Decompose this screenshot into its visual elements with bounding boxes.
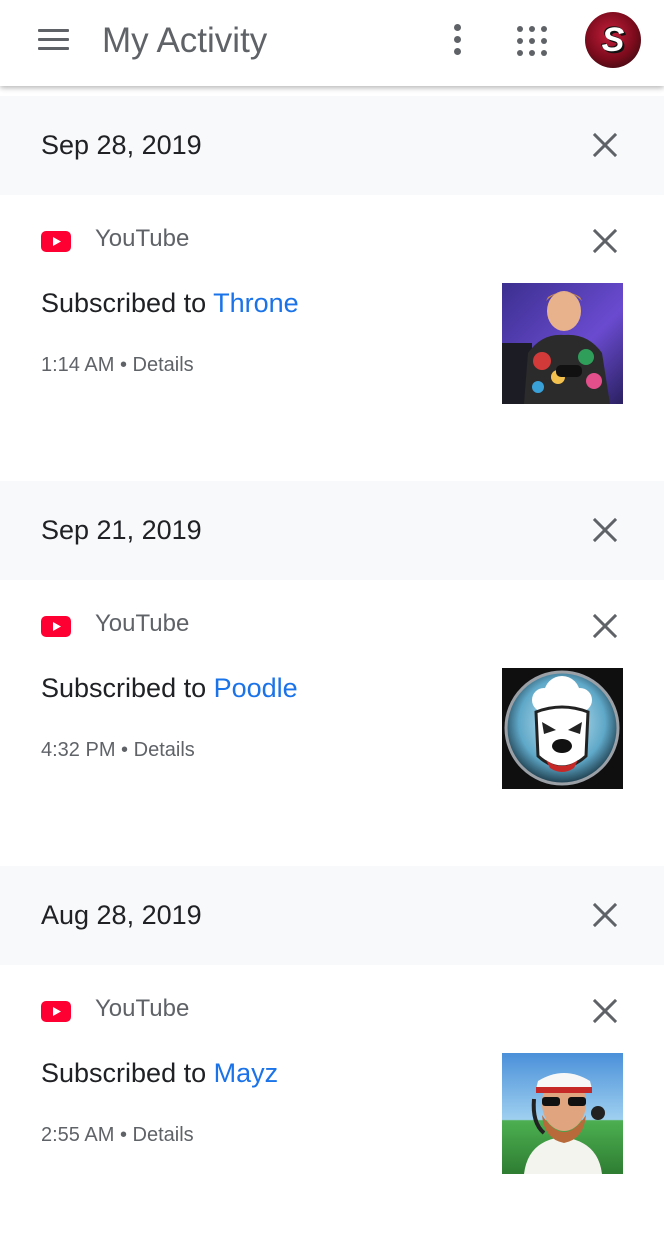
delete-day-close-icon[interactable] [590, 130, 620, 160]
channel-thumbnail[interactable] [502, 668, 623, 789]
activity-title: Subscribed to Poodle [41, 671, 298, 705]
activity-time: 1:14 AM [41, 354, 115, 376]
activity-title: Subscribed to Mayz [41, 1056, 278, 1090]
delete-day-close-icon[interactable] [590, 900, 620, 930]
delete-item-close-icon[interactable] [590, 226, 620, 256]
activity-title: Subscribed to Throne [41, 286, 299, 320]
activity-time: 2:55 AM [41, 1124, 115, 1146]
activity-meta: 4:32 PM • Details [41, 737, 195, 763]
youtube-icon [41, 231, 71, 252]
page-title: My Activity [102, 21, 268, 60]
activity-card: YouTube Subscribed to Poodle 4:32 PM • D… [0, 580, 664, 866]
delete-item-close-icon[interactable] [590, 996, 620, 1026]
youtube-icon [41, 1001, 71, 1022]
date-header: Aug 28, 2019 [0, 866, 664, 965]
activity-meta: 2:55 AM • Details [41, 1122, 194, 1148]
details-link[interactable]: Details [133, 1124, 194, 1146]
avatar[interactable]: S [585, 12, 641, 68]
channel-link[interactable]: Mayz [214, 1058, 279, 1088]
delete-day-close-icon[interactable] [590, 515, 620, 545]
avatar-logo-letter: S [601, 21, 625, 59]
channel-link[interactable]: Poodle [214, 673, 298, 703]
date-label: Aug 28, 2019 [41, 900, 202, 930]
channel-thumbnail[interactable] [502, 1053, 623, 1174]
activity-action: Subscribed to [41, 1058, 207, 1088]
more-vert-icon[interactable] [444, 22, 472, 58]
date-label: Sep 28, 2019 [41, 130, 202, 160]
activity-meta: 1:14 AM • Details [41, 352, 194, 378]
channel-link[interactable]: Throne [213, 288, 299, 318]
meta-separator: • [119, 354, 127, 376]
activity-card: YouTube Subscribed to Throne 1:14 AM • D… [0, 195, 664, 481]
hamburger-menu-icon[interactable] [34, 24, 74, 56]
activity-action: Subscribed to [41, 288, 207, 318]
date-label: Sep 21, 2019 [41, 515, 202, 545]
activity-action: Subscribed to [41, 673, 207, 703]
activity-time: 4:32 PM [41, 739, 116, 761]
details-link[interactable]: Details [134, 739, 195, 761]
product-name: YouTube [95, 995, 190, 1022]
product-name: YouTube [95, 610, 190, 637]
details-link[interactable]: Details [133, 354, 194, 376]
channel-thumbnail[interactable] [502, 283, 623, 404]
youtube-icon [41, 616, 71, 637]
product-name: YouTube [95, 225, 190, 252]
date-header: Sep 28, 2019 [0, 96, 664, 195]
meta-separator: • [119, 1124, 127, 1146]
app-bar: My Activity S [0, 0, 664, 86]
apps-grid-icon[interactable] [515, 24, 549, 58]
meta-separator: • [121, 739, 129, 761]
date-header: Sep 21, 2019 [0, 481, 664, 580]
activity-card: YouTube Subscribed to Mayz 2:55 AM • Det… [0, 965, 664, 1251]
activity-feed: Sep 28, 2019 YouTube Subscribed to Thron… [0, 96, 664, 1251]
delete-item-close-icon[interactable] [590, 611, 620, 641]
